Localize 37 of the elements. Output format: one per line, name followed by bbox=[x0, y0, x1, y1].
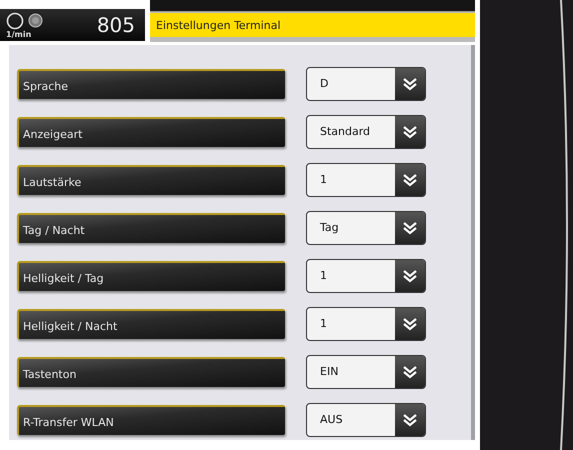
dropdown-value: EIN bbox=[319, 365, 338, 378]
dropdown[interactable]: Standard bbox=[306, 114, 426, 148]
dropdown-value: 1 bbox=[319, 317, 327, 330]
setting-button[interactable]: Helligkeit / Nacht bbox=[17, 308, 285, 338]
dropdown[interactable]: AUS bbox=[306, 402, 426, 436]
dropdown[interactable]: 1 bbox=[306, 162, 426, 196]
ring-icon bbox=[6, 12, 24, 30]
dropdown[interactable]: D bbox=[306, 66, 426, 100]
dropdown-value: 1 bbox=[319, 173, 327, 186]
chevron-down-icon bbox=[395, 308, 425, 340]
dropdown-value: Standard bbox=[319, 125, 370, 138]
chevron-down-icon bbox=[395, 356, 425, 388]
speed-value: 805 bbox=[96, 13, 135, 37]
chevron-down-icon bbox=[395, 260, 425, 292]
chevron-down-icon bbox=[395, 212, 425, 244]
chevron-down-icon bbox=[395, 116, 425, 148]
setting-button[interactable]: R-Transfer WLAN bbox=[17, 404, 285, 434]
setting-button[interactable]: Sprache bbox=[17, 68, 285, 98]
dropdown[interactable]: 1 bbox=[306, 306, 426, 340]
setting-button[interactable]: Tastenton bbox=[17, 356, 285, 386]
screen-title: Einstellungen Terminal bbox=[150, 13, 475, 37]
chevron-down-icon bbox=[395, 164, 425, 196]
dropdown-value: D bbox=[319, 77, 328, 90]
setting-button[interactable]: Tag / Nacht bbox=[17, 212, 285, 242]
chevron-down-icon bbox=[395, 404, 425, 436]
dropdown[interactable]: Tag bbox=[306, 210, 426, 244]
dropdown[interactable]: EIN bbox=[306, 354, 426, 388]
dropdown-value: AUS bbox=[319, 413, 343, 426]
speed-unit: 1/min bbox=[6, 30, 32, 38]
indicator-lamp-icon bbox=[28, 13, 43, 28]
dropdown-value: Tag bbox=[319, 221, 339, 234]
chevron-down-icon bbox=[395, 68, 425, 100]
dropdown[interactable]: 1 bbox=[306, 258, 426, 292]
setting-button[interactable]: Anzeigeart bbox=[17, 116, 285, 146]
setting-button[interactable]: Helligkeit / Tag bbox=[17, 260, 285, 290]
setting-button[interactable]: Lautstärke bbox=[17, 164, 285, 194]
dropdown-value: 1 bbox=[319, 269, 327, 282]
